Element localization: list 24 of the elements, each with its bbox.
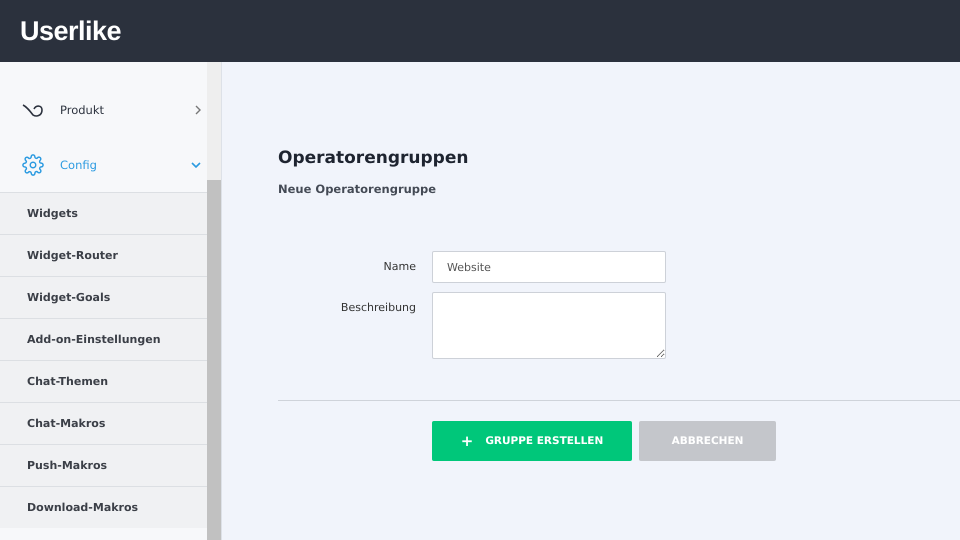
sidebar-item[interactable]: Widget-Router: [0, 234, 208, 276]
chevron-right-icon: [195, 104, 202, 114]
swirl-icon: [22, 102, 44, 118]
sidebar-item[interactable]: Widgets: [0, 192, 208, 234]
nav-item[interactable]: Produkt: [0, 82, 208, 137]
scrollbar[interactable]: [207, 62, 221, 540]
description-field[interactable]: [432, 292, 666, 359]
sidebar-item[interactable]: Add-on-Einstellungen: [0, 318, 208, 360]
nav-label: Produkt: [60, 102, 106, 116]
sidebar-item[interactable]: Download-Makros: [0, 486, 208, 528]
chevron-down-icon: [191, 162, 202, 168]
nav-label: Config: [60, 158, 98, 172]
logo: Userlike: [20, 16, 122, 46]
sidebar-item[interactable]: Push-Makros: [0, 444, 208, 486]
sidebar-item[interactable]: Chat-Themen: [0, 360, 208, 402]
name-field[interactable]: Website: [432, 251, 666, 283]
field-label: Beschreibung: [340, 300, 416, 316]
page-title: Operatorengruppen: [278, 148, 470, 168]
sidebar-item[interactable]: Widget-Goals: [0, 276, 208, 318]
page-subtitle: Neue Operatorengruppe: [278, 182, 438, 196]
field-label: Name: [382, 259, 416, 275]
sidebar-item[interactable]: Chat-Makros: [0, 402, 208, 444]
scrollbar-thumb[interactable]: [207, 180, 221, 540]
settings-icon: [22, 154, 44, 176]
